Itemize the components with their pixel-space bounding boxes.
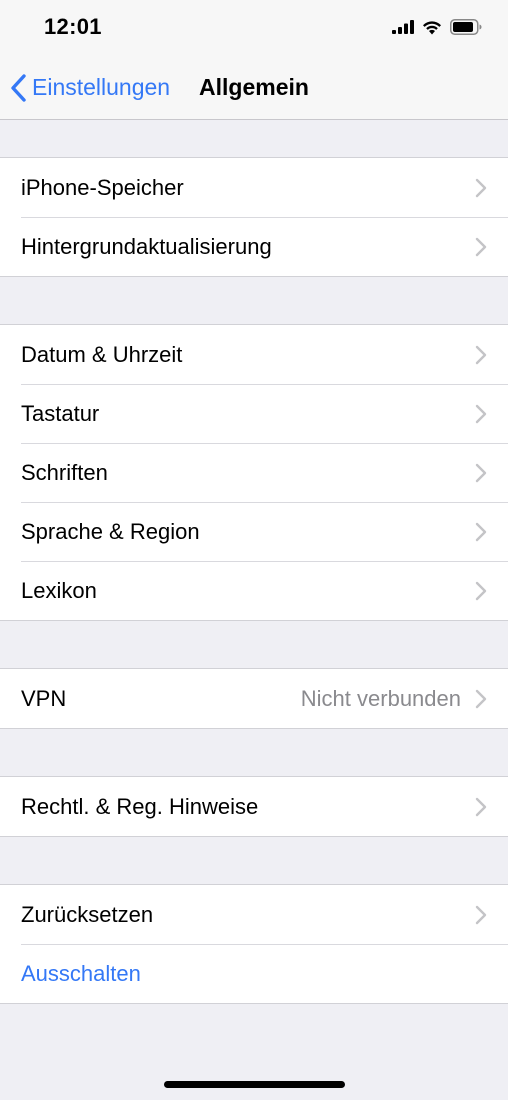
back-button[interactable]: Einstellungen (8, 56, 170, 119)
chevron-right-icon (475, 689, 487, 708)
status-time: 12:01 (44, 14, 102, 39)
row-language-region[interactable]: Sprache & Region (0, 502, 508, 561)
chevron-right-icon (475, 178, 487, 197)
row-background-refresh[interactable]: Hintergrundaktualisierung (0, 217, 508, 276)
shut-down-button[interactable]: Ausschalten (0, 944, 508, 1003)
status-icons (392, 16, 482, 38)
home-indicator[interactable] (164, 1081, 345, 1088)
chevron-right-icon (475, 581, 487, 600)
row-vpn[interactable]: VPN Nicht verbunden (0, 669, 508, 728)
settings-group-reset: Zurücksetzen Ausschalten (0, 884, 508, 1004)
chevron-right-icon (475, 404, 487, 423)
chevron-right-icon (475, 522, 487, 541)
settings-group-regional: Datum & Uhrzeit Tastatur Schriften Sprac… (0, 324, 508, 621)
row-date-time[interactable]: Datum & Uhrzeit (0, 325, 508, 384)
settings-group-legal: Rechtl. & Reg. Hinweise (0, 776, 508, 837)
row-label: Lexikon (21, 577, 97, 603)
navigation-bar: Allgemein Einstellungen (0, 56, 508, 120)
back-button-label: Einstellungen (32, 74, 171, 100)
chevron-right-icon (475, 237, 487, 256)
chevron-left-icon (11, 73, 26, 102)
shut-down-label: Ausschalten (21, 960, 141, 986)
settings-screen: 12:01 Allgemein Einstellungen iPhone-Spe… (0, 0, 508, 1100)
settings-list: iPhone-Speicher Hintergrundaktualisierun… (0, 120, 508, 1004)
status-bar: 12:01 (0, 0, 508, 56)
row-legal-notices[interactable]: Rechtl. & Reg. Hinweise (0, 777, 508, 836)
row-label: Zurücksetzen (21, 901, 154, 927)
cellular-signal-icon (392, 20, 414, 34)
row-label: Schriften (21, 459, 108, 485)
row-reset[interactable]: Zurücksetzen (0, 885, 508, 944)
row-label: iPhone-Speicher (21, 174, 184, 200)
row-label: Hintergrundaktualisierung (21, 233, 272, 259)
chevron-right-icon (475, 345, 487, 364)
row-dictionary[interactable]: Lexikon (0, 561, 508, 620)
wifi-icon (423, 20, 441, 34)
chevron-right-icon (475, 463, 487, 482)
row-iphone-storage[interactable]: iPhone-Speicher (0, 158, 508, 217)
row-label: Rechtl. & Reg. Hinweise (21, 793, 259, 819)
row-label: Sprache & Region (21, 518, 200, 544)
row-label: VPN (21, 685, 67, 711)
chevron-right-icon (475, 905, 487, 924)
settings-group-vpn: VPN Nicht verbunden (0, 668, 508, 729)
row-label: Tastatur (21, 400, 100, 426)
battery-icon (450, 19, 482, 35)
chevron-right-icon (475, 797, 487, 816)
row-label: Datum & Uhrzeit (21, 341, 183, 367)
settings-group-storage: iPhone-Speicher Hintergrundaktualisierun… (0, 157, 508, 277)
row-fonts[interactable]: Schriften (0, 443, 508, 502)
vpn-status: Nicht verbunden (300, 685, 461, 711)
row-keyboard[interactable]: Tastatur (0, 384, 508, 443)
